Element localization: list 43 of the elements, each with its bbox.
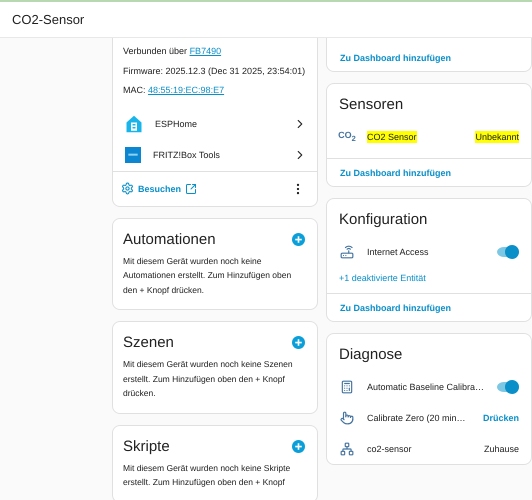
- add-icon[interactable]: [292, 440, 305, 452]
- press-button[interactable]: Drücken: [482, 412, 519, 422]
- card-title: Skripte: [123, 438, 170, 454]
- external-link-icon: [185, 182, 198, 194]
- dashboard-link[interactable]: Zu Dashboard hinzufügen: [327, 44, 531, 71]
- router-icon: [340, 244, 354, 258]
- card-title: Diagnose: [338, 345, 404, 365]
- app-icon: [125, 147, 141, 163]
- calculator-icon: [340, 380, 354, 394]
- card-description: Mit diesem Gerät wurden noch keine Skripte erstellt. Zum Hinzufügen oben den + Knopf: [122, 462, 292, 489]
- entity-name[interactable]: Automatic Baseline Calibra…: [367, 380, 484, 392]
- entity-name[interactable]: CO2 Sensor: [367, 130, 417, 142]
- toggle-switch[interactable]: [497, 380, 519, 394]
- state-value: Unbekannt: [475, 130, 519, 142]
- pointer-icon: [340, 410, 354, 424]
- page-title: CO2-Sensor: [12, 12, 84, 27]
- card-title: Automationen: [123, 230, 216, 248]
- card-description: Mit diesem Gerät wurden noch keine Automationen erstellt. Zum Hinzufügen oben den + Knopf drücken.: [122, 254, 292, 297]
- entity-name[interactable]: Calibrate Zero (20 min…: [367, 412, 466, 424]
- molecule-icon: CO$_{2}$: [338, 130, 356, 143]
- dashboard-link[interactable]: Zu Dashboard hinzufügen: [327, 294, 531, 321]
- integration-link[interactable]: ESPHome: [155, 119, 293, 129]
- gear-icon: [121, 182, 134, 195]
- toggle-switch[interactable]: [497, 244, 519, 258]
- info-link[interactable]: FB7490: [190, 46, 222, 56]
- entity-name[interactable]: Internet Access: [367, 246, 429, 258]
- state-value: Zuhause: [484, 442, 519, 454]
- integration-link[interactable]: FRITZ!Box Tools: [153, 150, 293, 160]
- card-description: Mit diesem Gerät wurden noch keine Szenen erstellt. Zum Hinzufügen oben den + Knopf drücken.: [122, 358, 294, 400]
- card-title: Konfiguration: [338, 210, 428, 230]
- info-line: MAC: 48:55:19:EC:98:E7: [123, 84, 226, 97]
- add-icon[interactable]: [292, 336, 305, 349]
- network-icon: [340, 442, 354, 456]
- card-title: Sensoren: [338, 95, 404, 115]
- info-line: Verbunden über FB7490: [123, 45, 222, 58]
- dashboard-link[interactable]: Zu Dashboard hinzufügen: [327, 159, 531, 186]
- info-link[interactable]: 48:55:19:EC:98:E7: [148, 85, 224, 95]
- entity-name[interactable]: co2-sensor: [367, 442, 412, 454]
- info-line: Firmware: 2025.12.3 (Dec 31 2025, 23:54:01): [123, 64, 306, 78]
- visit-button[interactable]: Besuchen: [121, 182, 198, 195]
- add-icon[interactable]: [292, 232, 305, 246]
- card-title: Szenen: [123, 334, 174, 351]
- house-icon: [125, 115, 143, 133]
